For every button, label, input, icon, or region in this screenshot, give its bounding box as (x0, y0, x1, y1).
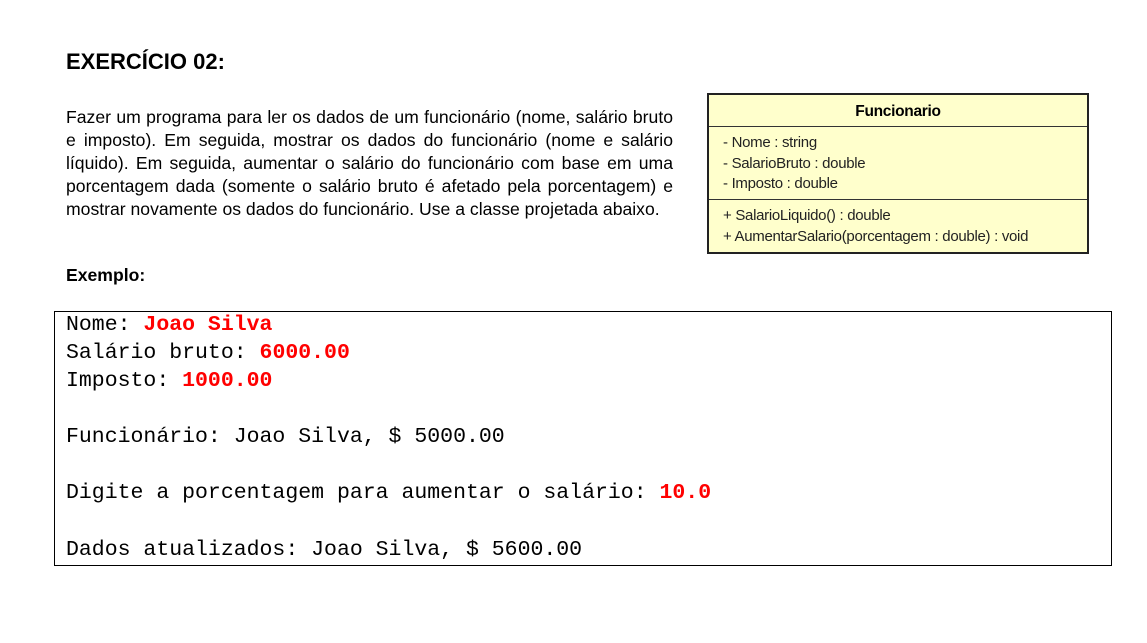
uml-attributes: - Nome : string - SalarioBruto : double … (709, 127, 1087, 200)
console-output: Funcionário: Joao Silva, $ 5000.00 (66, 425, 505, 449)
console-input: 6000.00 (259, 341, 350, 365)
console-output: Dados atualizados: Joao Silva, $ 5600.00 (66, 538, 583, 562)
uml-attribute: - Nome : string (723, 134, 817, 151)
console-line: Nome: Joao Silva (66, 313, 272, 337)
console-line: Digite a porcentagem para aumentar o sal… (66, 481, 711, 505)
console-line: Dados atualizados: Joao Silva, $ 5600.00 (66, 538, 582, 562)
console-input: 1000.00 (182, 369, 273, 393)
console-line: Funcionário: Joao Silva, $ 5000.00 (66, 425, 505, 449)
uml-operation: + SalarioLiquido() : double (723, 207, 891, 224)
exercise-description: Fazer um programa para ler os dados de u… (66, 107, 673, 219)
console-prompt: Nome: (66, 313, 144, 337)
console-line: Salário bruto: 6000.00 (66, 341, 350, 365)
uml-class-name: Funcionario (709, 95, 1087, 127)
uml-operations: + SalarioLiquido() : double + AumentarSa… (709, 200, 1087, 247)
uml-attribute: - Imposto : double (723, 175, 838, 192)
exercise-title: EXERCÍCIO 02: (66, 49, 225, 74)
console-line: Imposto: 1000.00 (66, 369, 272, 393)
uml-attribute: - SalarioBruto : double (723, 154, 866, 172)
uml-operation: + AumentarSalario(porcentagem : double) … (723, 227, 1029, 245)
console-input: Joao Silva (143, 313, 273, 337)
console-prompt: Salário bruto: (66, 341, 260, 365)
console-prompt: Imposto: (66, 369, 183, 393)
console-input: 10.0 (659, 481, 712, 505)
example-label: Exemplo: (66, 265, 146, 285)
console-prompt: Digite a porcentagem para aumentar o sal… (66, 481, 660, 505)
uml-class-diagram: Funcionario - Nome : string - SalarioBru… (707, 93, 1089, 254)
console-example: Nome: Joao Silva Salário bruto: 6000.00 … (54, 311, 1112, 566)
